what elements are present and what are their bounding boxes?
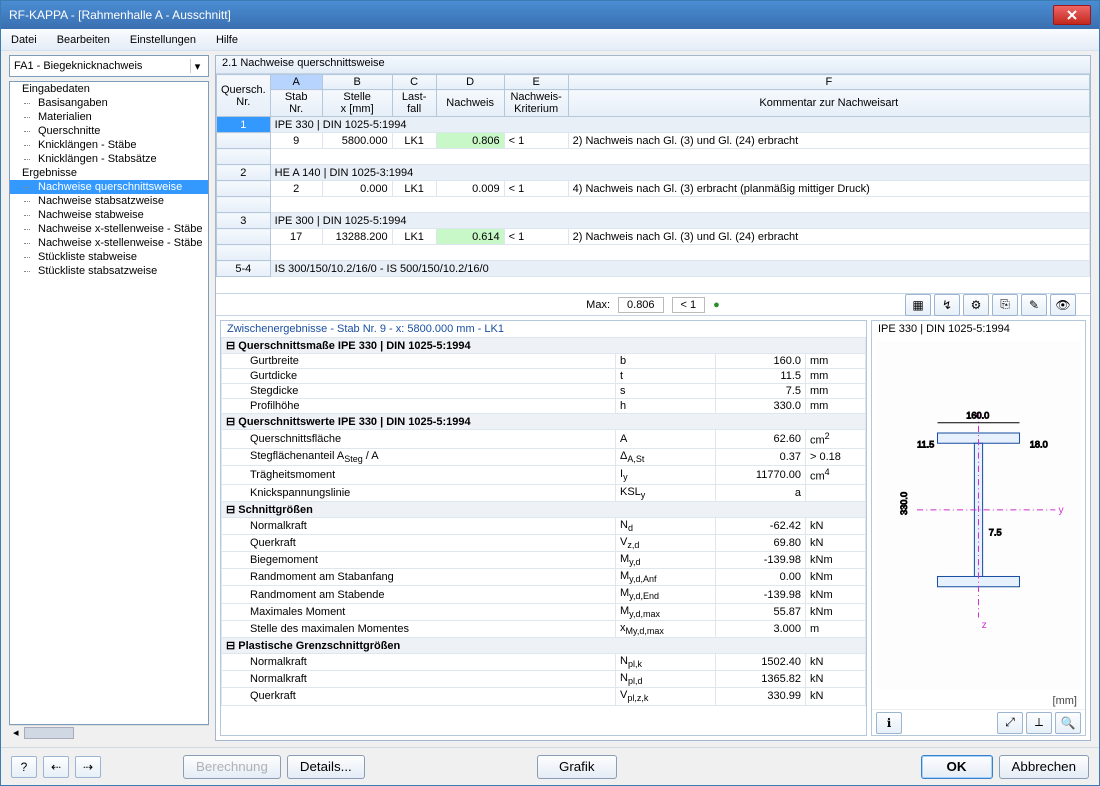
- info-icon[interactable]: ℹ: [876, 712, 902, 734]
- svg-text:7.5: 7.5: [989, 528, 1002, 538]
- details-grid[interactable]: ⊟ Querschnittsmaße IPE 330 | DIN 1025-5:…: [221, 337, 866, 735]
- footer-bar: ? ⇠ ⇢ Berechnung Details... Grafik OK Ab…: [1, 747, 1099, 785]
- tree-item[interactable]: Stückliste stabsatzweise: [10, 264, 208, 278]
- toolbar-icon-2[interactable]: ↯: [934, 294, 960, 316]
- tree-item[interactable]: Nachweise x-stellenweise - Stäbe: [10, 236, 208, 250]
- tree-root-results[interactable]: Ergebnisse: [10, 166, 208, 180]
- max-row: Max: 0.806 < 1 ● ▦ ↯ ⚙ ⎘ ✎ 👁: [216, 294, 1090, 316]
- main-panel: 2.1 Nachweise querschnittsweise Quersch.…: [215, 55, 1091, 741]
- toolbar-icon-6[interactable]: 👁: [1050, 294, 1076, 316]
- tree-item[interactable]: Materialien: [10, 110, 208, 124]
- tree-item[interactable]: Knicklängen - Stäbe: [10, 138, 208, 152]
- case-combo[interactable]: FA1 - Biegeknicknachweis ▾: [9, 55, 209, 77]
- menu-bearbeiten[interactable]: Bearbeiten: [53, 32, 114, 48]
- tree-scrollbar[interactable]: ◂: [9, 725, 209, 741]
- tree-item[interactable]: Knicklängen - Stabsätze: [10, 152, 208, 166]
- app-window: RF-KAPPA - [Rahmenhalle A - Ausschnitt] …: [0, 0, 1100, 786]
- toolbar-icon-5[interactable]: ✎: [1021, 294, 1047, 316]
- menubar: Datei Bearbeiten Einstellungen Hilfe: [1, 29, 1099, 51]
- chevron-down-icon: ▾: [190, 59, 204, 73]
- nav-tree[interactable]: Eingabedaten Basisangaben Materialien Qu…: [9, 81, 209, 725]
- col-qs: Quersch.Nr.: [217, 75, 271, 117]
- next-page-icon[interactable]: ⇢: [75, 756, 101, 778]
- tree-item[interactable]: Nachweise stabweise: [10, 208, 208, 222]
- preview-tool-2[interactable]: ⟂: [1026, 712, 1052, 734]
- unit-label: [mm]: [872, 693, 1085, 709]
- help-icon[interactable]: ?: [11, 756, 37, 778]
- svg-text:160.0: 160.0: [966, 411, 989, 421]
- svg-text:y: y: [1058, 505, 1064, 516]
- preview-canvas: y z 160.0 11.5 18.0 330.0 7.5: [876, 341, 1081, 689]
- results-grid[interactable]: Quersch.Nr. A B C D E F StabNr. Stellex …: [216, 74, 1090, 277]
- tree-item[interactable]: Nachweise x-stellenweise - Stäbe: [10, 222, 208, 236]
- cancel-button[interactable]: Abbrechen: [999, 755, 1089, 779]
- svg-text:18.0: 18.0: [1030, 439, 1048, 449]
- calc-button: Berechnung: [183, 755, 281, 779]
- check-icon: ●: [713, 299, 720, 311]
- svg-text:11.5: 11.5: [917, 439, 934, 449]
- details-button[interactable]: Details...: [287, 755, 365, 779]
- grafik-button[interactable]: Grafik: [537, 755, 617, 779]
- toolbar-icon-1[interactable]: ▦: [905, 294, 931, 316]
- svg-text:330.0: 330.0: [899, 492, 909, 515]
- details-title: Zwischenergebnisse - Stab Nr. 9 - x: 580…: [221, 321, 866, 337]
- case-combo-value: FA1 - Biegeknicknachweis: [14, 60, 142, 72]
- svg-text:z: z: [982, 620, 987, 631]
- max-label: Max:: [586, 299, 610, 311]
- prev-page-icon[interactable]: ⇠: [43, 756, 69, 778]
- preview-panel: IPE 330 | DIN 1025-5:1994: [871, 320, 1086, 736]
- toolbar-icon-3[interactable]: ⚙: [963, 294, 989, 316]
- toolbar-icon-4[interactable]: ⎘: [992, 294, 1018, 316]
- close-button[interactable]: [1053, 5, 1091, 25]
- tree-item[interactable]: Stückliste stabweise: [10, 250, 208, 264]
- tree-root-input[interactable]: Eingabedaten: [10, 82, 208, 96]
- menu-hilfe[interactable]: Hilfe: [212, 32, 242, 48]
- menu-einstellungen[interactable]: Einstellungen: [126, 32, 200, 48]
- menu-datei[interactable]: Datei: [7, 32, 41, 48]
- titlebar: RF-KAPPA - [Rahmenhalle A - Ausschnitt]: [1, 1, 1099, 29]
- tree-item[interactable]: Querschnitte: [10, 124, 208, 138]
- tree-item-selected[interactable]: Nachweise querschnittsweise: [10, 180, 208, 194]
- ok-button[interactable]: OK: [921, 755, 993, 779]
- tree-item[interactable]: Basisangaben: [10, 96, 208, 110]
- max-criterion: < 1: [672, 297, 706, 313]
- preview-tool-1[interactable]: ⤢: [997, 712, 1023, 734]
- window-title: RF-KAPPA - [Rahmenhalle A - Ausschnitt]: [9, 8, 1051, 22]
- max-value: 0.806: [618, 297, 664, 313]
- preview-title: IPE 330 | DIN 1025-5:1994: [872, 321, 1085, 337]
- preview-tool-3[interactable]: 🔍: [1055, 712, 1081, 734]
- details-panel: Zwischenergebnisse - Stab Nr. 9 - x: 580…: [220, 320, 867, 736]
- panel-title: 2.1 Nachweise querschnittsweise: [216, 56, 1090, 74]
- tree-item[interactable]: Nachweise stabsatzweise: [10, 194, 208, 208]
